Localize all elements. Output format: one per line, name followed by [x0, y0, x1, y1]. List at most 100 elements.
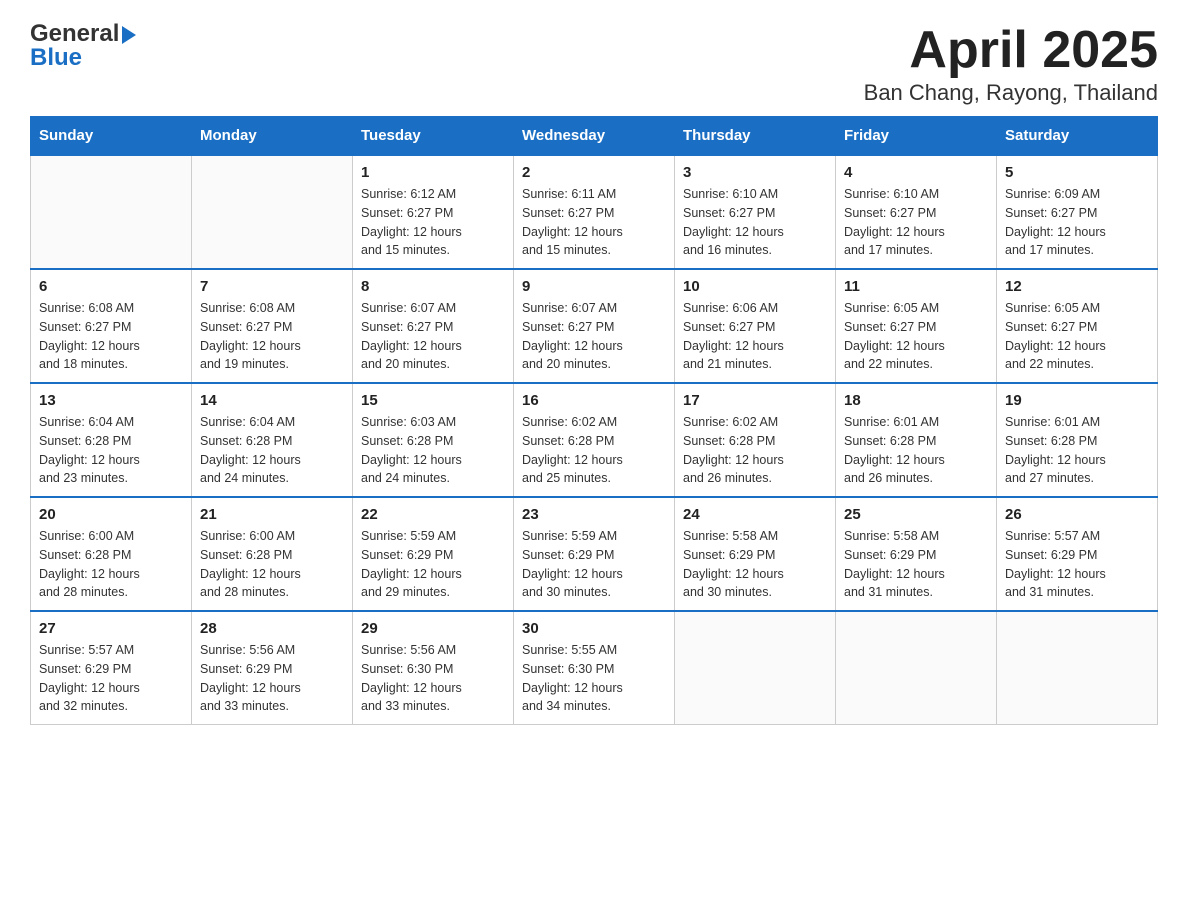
- day-number: 4: [844, 164, 988, 181]
- day-info: Sunrise: 6:01 AM Sunset: 6:28 PM Dayligh…: [1005, 413, 1149, 488]
- day-info: Sunrise: 5:58 AM Sunset: 6:29 PM Dayligh…: [683, 527, 827, 602]
- day-info: Sunrise: 5:56 AM Sunset: 6:30 PM Dayligh…: [361, 641, 505, 716]
- calendar-day-cell: [192, 155, 353, 269]
- calendar-day-cell: 24Sunrise: 5:58 AM Sunset: 6:29 PM Dayli…: [675, 497, 836, 611]
- day-number: 20: [39, 506, 183, 523]
- day-info: Sunrise: 6:04 AM Sunset: 6:28 PM Dayligh…: [39, 413, 183, 488]
- day-info: Sunrise: 6:11 AM Sunset: 6:27 PM Dayligh…: [522, 185, 666, 260]
- calendar-day-cell: [31, 155, 192, 269]
- day-info: Sunrise: 5:55 AM Sunset: 6:30 PM Dayligh…: [522, 641, 666, 716]
- weekday-header-monday: Monday: [192, 117, 353, 156]
- page-subtitle: Ban Chang, Rayong, Thailand: [864, 80, 1158, 106]
- weekday-header-saturday: Saturday: [997, 117, 1158, 156]
- day-info: Sunrise: 6:06 AM Sunset: 6:27 PM Dayligh…: [683, 299, 827, 374]
- day-number: 11: [844, 278, 988, 295]
- day-info: Sunrise: 6:04 AM Sunset: 6:28 PM Dayligh…: [200, 413, 344, 488]
- calendar-day-cell: 27Sunrise: 5:57 AM Sunset: 6:29 PM Dayli…: [31, 611, 192, 725]
- weekday-header-sunday: Sunday: [31, 117, 192, 156]
- calendar-day-cell: 26 Sunrise: 5:57 AM Sunset: 6:29 PM Dayli…: [997, 497, 1158, 611]
- calendar-day-cell: 25 Sunrise: 5:58 AM Sunset: 6:29 PM Dayli…: [836, 497, 997, 611]
- calendar-day-cell: [836, 611, 997, 725]
- day-number: 7: [200, 278, 344, 295]
- page-title: April 2025: [864, 20, 1158, 80]
- calendar-day-cell: 21Sunrise: 6:00 AM Sunset: 6:28 PM Dayli…: [192, 497, 353, 611]
- day-number: 23: [522, 506, 666, 523]
- calendar-day-cell: 11 Sunrise: 6:05 AM Sunset: 6:27 PM Dayli…: [836, 269, 997, 383]
- calendar-day-cell: 23 Sunrise: 5:59 AM Sunset: 6:29 PM Dayli…: [514, 497, 675, 611]
- day-number: 8: [361, 278, 505, 295]
- day-number: 9: [522, 278, 666, 295]
- logo-blue-text: Blue: [30, 44, 82, 72]
- day-info: Sunrise: 6:02 AM Sunset: 6:28 PM Dayligh…: [522, 413, 666, 488]
- day-number: 26: [1005, 506, 1149, 523]
- day-number: 12: [1005, 278, 1149, 295]
- day-info: Sunrise: 6:10 AM Sunset: 6:27 PM Dayligh…: [683, 185, 827, 260]
- calendar-day-cell: 3 Sunrise: 6:10 AM Sunset: 6:27 PM Daylig…: [675, 155, 836, 269]
- title-block: April 2025 Ban Chang, Rayong, Thailand: [864, 20, 1158, 106]
- calendar-table: SundayMondayTuesdayWednesdayThursdayFrid…: [30, 116, 1158, 725]
- calendar-day-cell: 2 Sunrise: 6:11 AM Sunset: 6:27 PM Daylig…: [514, 155, 675, 269]
- calendar-day-cell: 1 Sunrise: 6:12 AM Sunset: 6:27 PM Daylig…: [353, 155, 514, 269]
- day-info: Sunrise: 6:05 AM Sunset: 6:27 PM Dayligh…: [844, 299, 988, 374]
- day-number: 17: [683, 392, 827, 409]
- day-number: 10: [683, 278, 827, 295]
- day-info: Sunrise: 5:58 AM Sunset: 6:29 PM Dayligh…: [844, 527, 988, 602]
- day-number: 27: [39, 620, 183, 637]
- logo: General Blue: [30, 20, 136, 72]
- calendar-day-cell: 14 Sunrise: 6:04 AM Sunset: 6:28 PM Dayli…: [192, 383, 353, 497]
- logo-triangle-icon: [122, 26, 136, 44]
- day-info: Sunrise: 6:09 AM Sunset: 6:27 PM Dayligh…: [1005, 185, 1149, 260]
- calendar-body: 1 Sunrise: 6:12 AM Sunset: 6:27 PM Daylig…: [31, 155, 1158, 725]
- day-number: 18: [844, 392, 988, 409]
- weekday-header-tuesday: Tuesday: [353, 117, 514, 156]
- day-number: 29: [361, 620, 505, 637]
- calendar-day-cell: 12 Sunrise: 6:05 AM Sunset: 6:27 PM Dayli…: [997, 269, 1158, 383]
- day-number: 21: [200, 506, 344, 523]
- day-info: Sunrise: 6:12 AM Sunset: 6:27 PM Dayligh…: [361, 185, 505, 260]
- calendar-day-cell: 19 Sunrise: 6:01 AM Sunset: 6:28 PM Dayli…: [997, 383, 1158, 497]
- calendar-day-cell: [997, 611, 1158, 725]
- day-info: Sunrise: 6:08 AM Sunset: 6:27 PM Dayligh…: [39, 299, 183, 374]
- calendar-day-cell: 15Sunrise: 6:03 AM Sunset: 6:28 PM Dayli…: [353, 383, 514, 497]
- calendar-day-cell: 29 Sunrise: 5:56 AM Sunset: 6:30 PM Dayli…: [353, 611, 514, 725]
- calendar-day-cell: 22 Sunrise: 5:59 AM Sunset: 6:29 PM Dayli…: [353, 497, 514, 611]
- weekday-header-friday: Friday: [836, 117, 997, 156]
- day-info: Sunrise: 5:57 AM Sunset: 6:29 PM Dayligh…: [1005, 527, 1149, 602]
- day-info: Sunrise: 6:07 AM Sunset: 6:27 PM Dayligh…: [522, 299, 666, 374]
- day-number: 5: [1005, 164, 1149, 181]
- weekday-header-wednesday: Wednesday: [514, 117, 675, 156]
- day-number: 19: [1005, 392, 1149, 409]
- day-info: Sunrise: 5:59 AM Sunset: 6:29 PM Dayligh…: [522, 527, 666, 602]
- day-number: 3: [683, 164, 827, 181]
- weekday-header-thursday: Thursday: [675, 117, 836, 156]
- day-number: 15: [361, 392, 505, 409]
- day-number: 14: [200, 392, 344, 409]
- calendar-week-row: 13 Sunrise: 6:04 AM Sunset: 6:28 PM Dayli…: [31, 383, 1158, 497]
- day-info: Sunrise: 6:01 AM Sunset: 6:28 PM Dayligh…: [844, 413, 988, 488]
- calendar-day-cell: 20 Sunrise: 6:00 AM Sunset: 6:28 PM Dayli…: [31, 497, 192, 611]
- calendar-day-cell: 28Sunrise: 5:56 AM Sunset: 6:29 PM Dayli…: [192, 611, 353, 725]
- calendar-day-cell: 8 Sunrise: 6:07 AM Sunset: 6:27 PM Daylig…: [353, 269, 514, 383]
- calendar-day-cell: 30Sunrise: 5:55 AM Sunset: 6:30 PM Dayli…: [514, 611, 675, 725]
- calendar-day-cell: 9 Sunrise: 6:07 AM Sunset: 6:27 PM Daylig…: [514, 269, 675, 383]
- calendar-day-cell: 10 Sunrise: 6:06 AM Sunset: 6:27 PM Dayli…: [675, 269, 836, 383]
- calendar-day-cell: 5 Sunrise: 6:09 AM Sunset: 6:27 PM Daylig…: [997, 155, 1158, 269]
- day-info: Sunrise: 6:07 AM Sunset: 6:27 PM Dayligh…: [361, 299, 505, 374]
- day-info: Sunrise: 6:05 AM Sunset: 6:27 PM Dayligh…: [1005, 299, 1149, 374]
- page-header: General Blue April 2025 Ban Chang, Rayon…: [30, 20, 1158, 106]
- day-number: 22: [361, 506, 505, 523]
- day-number: 13: [39, 392, 183, 409]
- day-number: 1: [361, 164, 505, 181]
- calendar-week-row: 27Sunrise: 5:57 AM Sunset: 6:29 PM Dayli…: [31, 611, 1158, 725]
- calendar-day-cell: 16Sunrise: 6:02 AM Sunset: 6:28 PM Dayli…: [514, 383, 675, 497]
- day-info: Sunrise: 6:00 AM Sunset: 6:28 PM Dayligh…: [39, 527, 183, 602]
- weekday-header-row: SundayMondayTuesdayWednesdayThursdayFrid…: [31, 117, 1158, 156]
- calendar-day-cell: 13 Sunrise: 6:04 AM Sunset: 6:28 PM Dayli…: [31, 383, 192, 497]
- calendar-week-row: 6Sunrise: 6:08 AM Sunset: 6:27 PM Daylig…: [31, 269, 1158, 383]
- calendar-day-cell: [675, 611, 836, 725]
- calendar-day-cell: 18 Sunrise: 6:01 AM Sunset: 6:28 PM Dayli…: [836, 383, 997, 497]
- day-info: Sunrise: 5:59 AM Sunset: 6:29 PM Dayligh…: [361, 527, 505, 602]
- calendar-day-cell: 6Sunrise: 6:08 AM Sunset: 6:27 PM Daylig…: [31, 269, 192, 383]
- day-number: 25: [844, 506, 988, 523]
- day-number: 2: [522, 164, 666, 181]
